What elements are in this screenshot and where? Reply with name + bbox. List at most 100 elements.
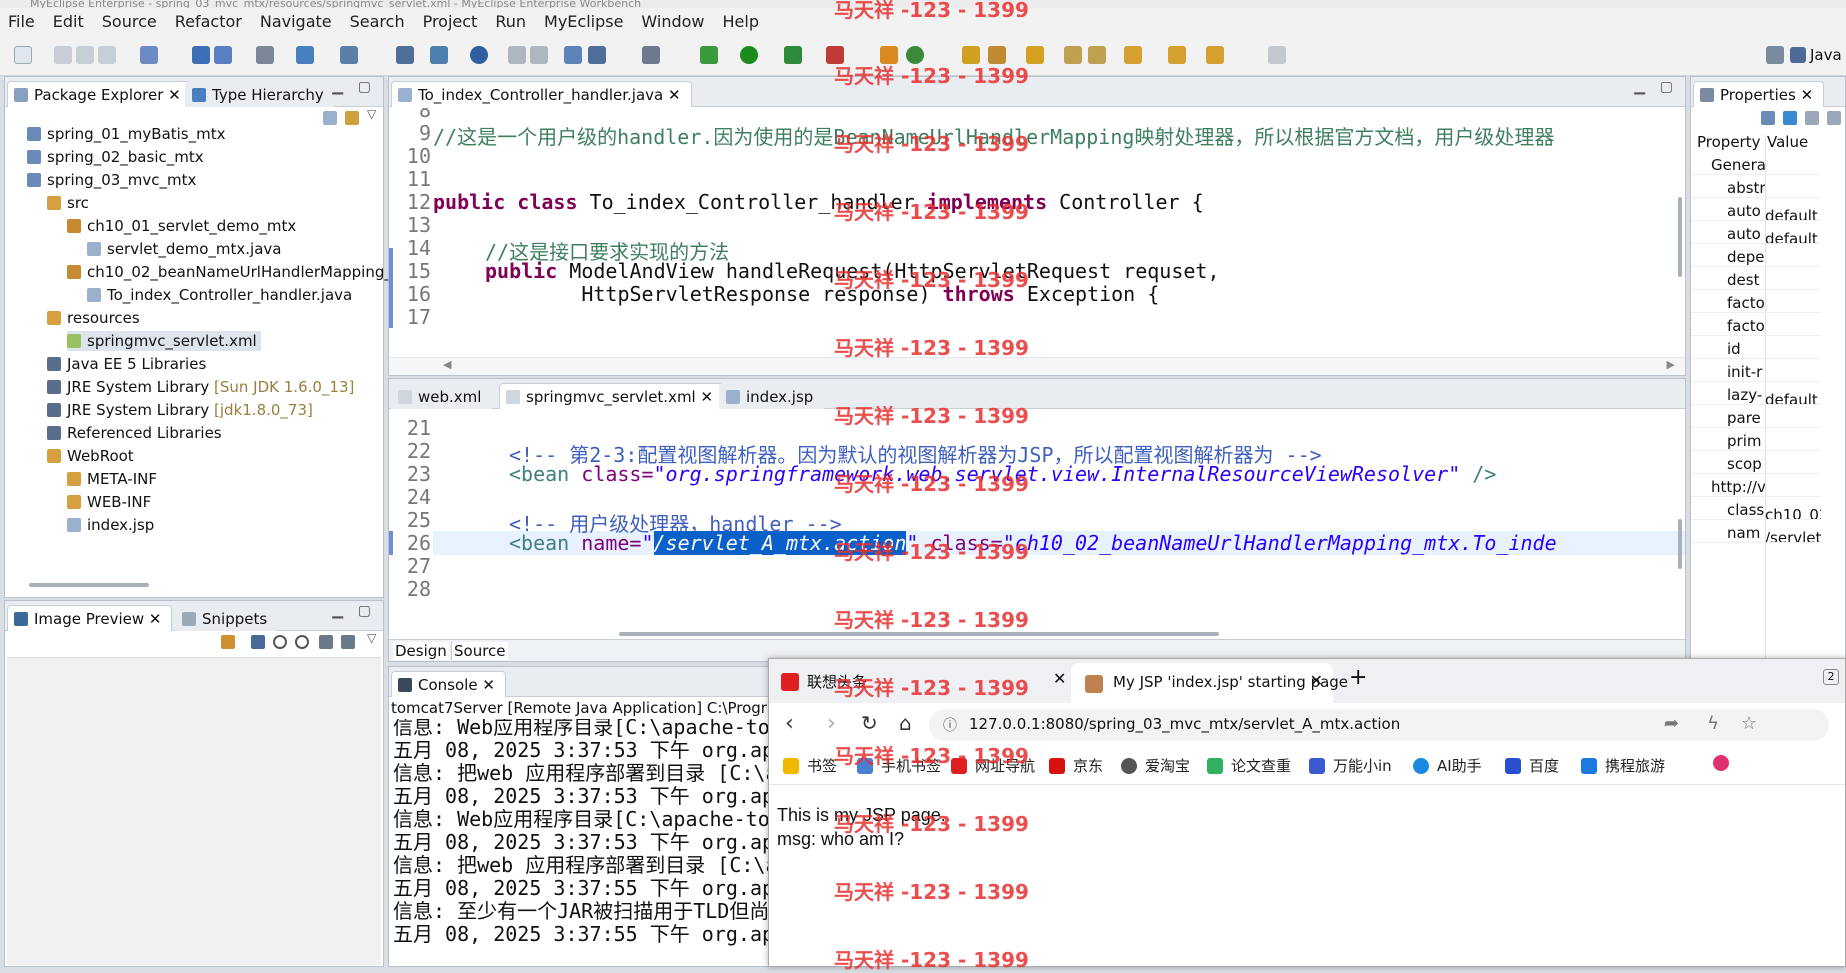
menu-refactor[interactable]: Refactor [167, 8, 252, 36]
bookmark-item[interactable]: 手机书签 [857, 755, 941, 776]
forward-icon[interactable]: › [827, 711, 836, 736]
property-row[interactable]: init-r [1691, 362, 1821, 382]
tree-item-resources[interactable]: resources [47, 308, 140, 328]
reload-icon[interactable]: ↻ [861, 711, 878, 735]
bookmark-item[interactable]: 论文查重 [1207, 755, 1291, 776]
back-icon[interactable]: ‹ [785, 711, 794, 736]
tab-source[interactable]: Source [451, 642, 508, 660]
java-code-area[interactable]: 8 9 10 11 12 13 14 15 16 17 //这是一个用户级的ha… [389, 108, 1685, 355]
globe-icon[interactable] [470, 46, 488, 64]
property-row[interactable]: http://v [1691, 477, 1821, 497]
tab-list-icon[interactable]: 2 [1823, 669, 1839, 685]
fit-window-icon[interactable] [341, 635, 355, 649]
tree-item-jsp[interactable]: index.jsp [67, 515, 154, 535]
new-icon[interactable] [14, 46, 32, 64]
menu-edit[interactable]: Edit [45, 8, 94, 36]
bookmark-item[interactable]: 京东 [1049, 755, 1103, 776]
maximize-icon[interactable]: ▢ [358, 79, 371, 95]
property-row[interactable]: dest [1691, 270, 1821, 290]
tree-item-project[interactable]: spring_02_basic_mtx [27, 147, 204, 167]
browser-tab-1[interactable]: 联想头条 [781, 671, 867, 692]
tree-item-library[interactable]: Referenced Libraries [47, 423, 222, 443]
star-icon[interactable]: ☆ [1741, 713, 1757, 734]
deploy-icon[interactable] [296, 46, 314, 64]
ant-icon[interactable] [564, 46, 582, 64]
bookmark-item[interactable]: 百度 [1505, 755, 1559, 776]
save-all-icon[interactable] [76, 46, 94, 64]
tree-item-java-file[interactable]: To_index_Controller_handler.java [87, 285, 352, 305]
view-menu-icon[interactable]: ▽ [367, 107, 376, 121]
bookmark-item[interactable]: AI助手 [1413, 755, 1482, 776]
save-icon[interactable] [54, 46, 72, 64]
tab-snippets[interactable]: Snippets [175, 605, 279, 631]
site-info-icon[interactable]: ⓘ [943, 715, 957, 735]
advanced-icon[interactable] [1805, 111, 1819, 125]
close-tab-icon[interactable]: ✕ [1053, 669, 1066, 688]
zoom-in-icon[interactable] [295, 635, 309, 649]
tree-item-library[interactable]: Java EE 5 Libraries [47, 354, 206, 374]
property-row[interactable]: id [1691, 339, 1821, 359]
coverage-icon[interactable] [784, 46, 802, 64]
terminal-icon[interactable] [256, 46, 274, 64]
tree-item-project[interactable]: spring_03_mvc_mtx [27, 170, 196, 190]
maximize-icon[interactable]: ▢ [358, 603, 371, 619]
menu-search[interactable]: Search [342, 8, 415, 36]
tool2-icon[interactable] [530, 46, 548, 64]
horizontal-scrollbar[interactable] [29, 583, 149, 587]
tool-icon[interactable] [508, 46, 526, 64]
xml-code-area[interactable]: 21 22 23 24 25 26 27 28 <!-- 第2-3:配置视图解析… [389, 410, 1685, 630]
property-row[interactable]: auto default [1691, 224, 1821, 244]
tree-item-xml-selected[interactable]: springmvc_servlet.xml [67, 331, 261, 351]
annotation-icon[interactable] [1064, 46, 1082, 64]
xml-hscroll[interactable] [619, 632, 1219, 636]
tab-console[interactable]: Console ✕ [391, 671, 506, 697]
property-row[interactable]: pare [1691, 408, 1821, 428]
menu-file[interactable]: File [0, 8, 45, 36]
menu-navigate[interactable]: Navigate [252, 8, 342, 36]
tree-item-src[interactable]: src [47, 193, 89, 213]
new-tab-icon[interactable]: + [1349, 665, 1367, 690]
tree-item-folder[interactable]: WEB-INF [67, 492, 151, 512]
pin-icon[interactable] [1761, 111, 1775, 125]
forward-icon[interactable] [1268, 46, 1286, 64]
bookmark-item[interactable]: 网址导航 [951, 755, 1035, 776]
tree-item-project[interactable]: spring_01_myBatis_mtx [27, 124, 226, 144]
open-type-icon[interactable] [140, 46, 158, 64]
bookmark-item[interactable]: 爱淘宝 [1121, 755, 1190, 776]
property-row[interactable]: nam/servlet_A [1691, 523, 1821, 543]
browser-tab-2[interactable]: My JSP 'index.jsp' starting page ✕ [1071, 663, 1348, 703]
collapse-all-icon[interactable] [323, 111, 337, 125]
close-tab-icon[interactable]: ✕ [1310, 671, 1323, 690]
tab-design[interactable]: Design [393, 642, 449, 660]
tab-web-xml[interactable]: web.xml [391, 383, 493, 409]
next-annotation-icon[interactable] [1124, 46, 1142, 64]
run-icon[interactable] [740, 46, 758, 64]
refresh-icon[interactable] [221, 635, 235, 649]
tree-item-folder[interactable]: META-INF [67, 469, 157, 489]
property-row[interactable]: auto default [1691, 201, 1821, 221]
open-folder-icon[interactable] [962, 46, 980, 64]
maximize-icon[interactable]: ▢ [1660, 79, 1673, 95]
menu-source[interactable]: Source [94, 8, 167, 36]
bolt-icon[interactable]: ϟ [1707, 713, 1719, 734]
minimize-icon[interactable]: ▁ [332, 603, 343, 619]
property-row[interactable]: classch10_02_b [1691, 500, 1821, 520]
pencil-icon[interactable] [988, 46, 1006, 64]
menu-window[interactable]: Window [633, 8, 714, 36]
debug-icon[interactable] [700, 46, 718, 64]
external-icon[interactable] [588, 46, 606, 64]
address-bar[interactable]: ⓘ 127.0.0.1:8080/spring_03_mvc_mtx/servl… [929, 709, 1829, 741]
tab-properties[interactable]: Properties ✕ [1693, 81, 1825, 107]
back-icon[interactable] [1206, 46, 1224, 64]
minimize-icon[interactable]: ▁ [1634, 79, 1645, 95]
actual-size-icon[interactable] [319, 635, 333, 649]
property-row[interactable]: facto [1691, 293, 1821, 313]
property-row[interactable]: prim [1691, 431, 1821, 451]
search-folder-icon[interactable] [1026, 46, 1044, 64]
prev-annotation-icon[interactable] [1168, 46, 1186, 64]
scroll-right-icon[interactable]: ▶ [1667, 358, 1675, 371]
selected-text[interactable]: /servlet_A_mtx.action [653, 531, 907, 555]
property-row[interactable]: depe [1691, 247, 1821, 267]
property-row[interactable]: lazy-default [1691, 385, 1821, 405]
link-editor-icon[interactable] [345, 111, 359, 125]
